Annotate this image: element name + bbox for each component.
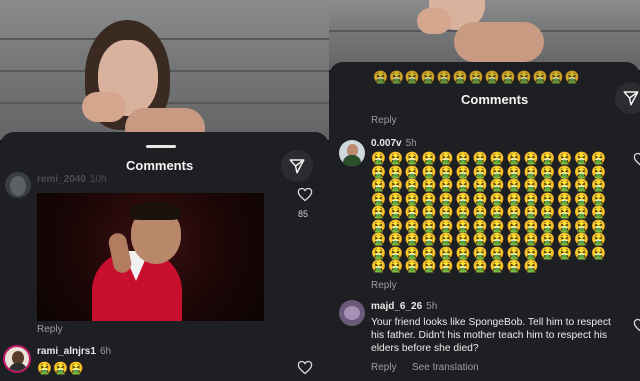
username-text[interactable]: majd_6_26 bbox=[371, 301, 422, 312]
player-hair bbox=[129, 202, 181, 220]
comment-text: Your friend looks like SpongeBob. Tell h… bbox=[371, 317, 611, 354]
like-count: 85 bbox=[298, 209, 309, 219]
heart-outline-icon[interactable] bbox=[633, 152, 640, 167]
username-text[interactable]: remi_2040 bbox=[37, 174, 86, 185]
comment-time: 10h bbox=[89, 174, 107, 185]
background-photo bbox=[0, 0, 329, 140]
sheet-title: Comments bbox=[126, 158, 194, 173]
comment-username[interactable]: 0.007v 5h bbox=[371, 138, 417, 149]
comment-username[interactable]: rami_alnjrs1 6h bbox=[37, 346, 111, 357]
avatar[interactable] bbox=[339, 140, 365, 166]
comment-emoji-row: 🤮🤮🤮🤮🤮🤮🤮🤮🤮🤮🤮🤮🤮 bbox=[373, 70, 581, 84]
comment-time: 6h bbox=[99, 346, 112, 357]
username-text[interactable]: 0.007v bbox=[371, 138, 402, 149]
comment-time: 5h bbox=[426, 301, 438, 312]
emoji-grid-row: 🤮🤮🤮🤮🤮🤮🤮🤮🤮🤮🤮🤮🤮🤮 bbox=[371, 245, 609, 260]
reply-button[interactable]: Reply bbox=[371, 362, 397, 373]
left-screenshot: Comments remi_2040 10h 85 Reply rami_alnj… bbox=[0, 0, 329, 381]
wall-line bbox=[0, 38, 329, 40]
reply-button[interactable]: Reply bbox=[371, 280, 397, 291]
see-translation-link[interactable]: See translation bbox=[412, 362, 479, 373]
avatar[interactable] bbox=[5, 172, 31, 198]
emoji-grid-row: 🤮🤮🤮🤮🤮🤮🤮🤮🤮🤮🤮🤮🤮🤮 bbox=[371, 164, 609, 179]
heart-outline-icon[interactable] bbox=[297, 187, 313, 202]
avatar[interactable] bbox=[3, 345, 31, 373]
emoji-grid-row: 🤮🤮🤮🤮🤮🤮🤮🤮🤮🤮🤮🤮🤮🤮 bbox=[371, 191, 609, 206]
reply-button[interactable]: Reply bbox=[371, 115, 397, 126]
send-button[interactable] bbox=[615, 82, 640, 114]
emoji-grid-row: 🤮🤮🤮🤮🤮🤮🤮🤮🤮🤮 bbox=[371, 259, 541, 273]
send-icon bbox=[623, 91, 639, 106]
comment-image[interactable] bbox=[37, 193, 264, 321]
comment-time: 5h bbox=[405, 138, 417, 149]
username-text[interactable]: rami_alnjrs1 bbox=[37, 346, 96, 357]
emoji-grid-row: 🤮🤮🤮🤮🤮🤮🤮🤮🤮🤮🤮🤮🤮🤮 bbox=[371, 232, 609, 246]
emoji-grid-row: 🤮🤮🤮🤮🤮🤮🤮🤮🤮🤮🤮🤮🤮🤮 bbox=[371, 218, 609, 233]
emoji-grid-row: 🤮🤮🤮🤮🤮🤮🤮🤮🤮🤮🤮🤮🤮🤮 bbox=[371, 205, 609, 219]
right-screenshot: 🤮🤮🤮🤮🤮🤮🤮🤮🤮🤮🤮🤮🤮 Comments Reply 0.007v 5h 🤮🤮… bbox=[329, 0, 640, 381]
photo-subject-shoulder bbox=[454, 22, 544, 62]
emoji-grid-row: 🤮🤮🤮🤮🤮🤮🤮🤮🤮🤮🤮🤮🤮🤮 bbox=[371, 178, 609, 192]
comment-username[interactable]: remi_2040 10h bbox=[37, 174, 107, 185]
reply-button[interactable]: Reply bbox=[37, 324, 63, 335]
comment-emoji-grid: 🤮🤮🤮🤮🤮🤮🤮🤮🤮🤮🤮🤮🤮🤮 🤮🤮🤮🤮🤮🤮🤮🤮🤮🤮🤮🤮🤮🤮 🤮🤮🤮🤮🤮🤮🤮🤮🤮🤮🤮🤮… bbox=[371, 151, 611, 274]
comment-emoji: 🤮🤮🤮 bbox=[37, 361, 85, 375]
avatar[interactable] bbox=[339, 300, 365, 326]
heart-outline-icon[interactable] bbox=[297, 360, 313, 375]
sheet-title: Comments bbox=[461, 92, 529, 107]
send-button[interactable] bbox=[281, 150, 313, 182]
background-photo bbox=[329, 0, 640, 70]
photo-subject-hand bbox=[82, 92, 126, 122]
comment-username[interactable]: majd_6_26 5h bbox=[371, 301, 437, 312]
heart-outline-icon[interactable] bbox=[633, 318, 640, 333]
send-icon bbox=[289, 159, 305, 174]
emoji-grid-row: 🤮🤮🤮🤮🤮🤮🤮🤮🤮🤮🤮🤮🤮🤮 bbox=[371, 151, 609, 165]
photo-subject-hand bbox=[417, 8, 451, 34]
sheet-drag-handle[interactable] bbox=[146, 145, 176, 148]
